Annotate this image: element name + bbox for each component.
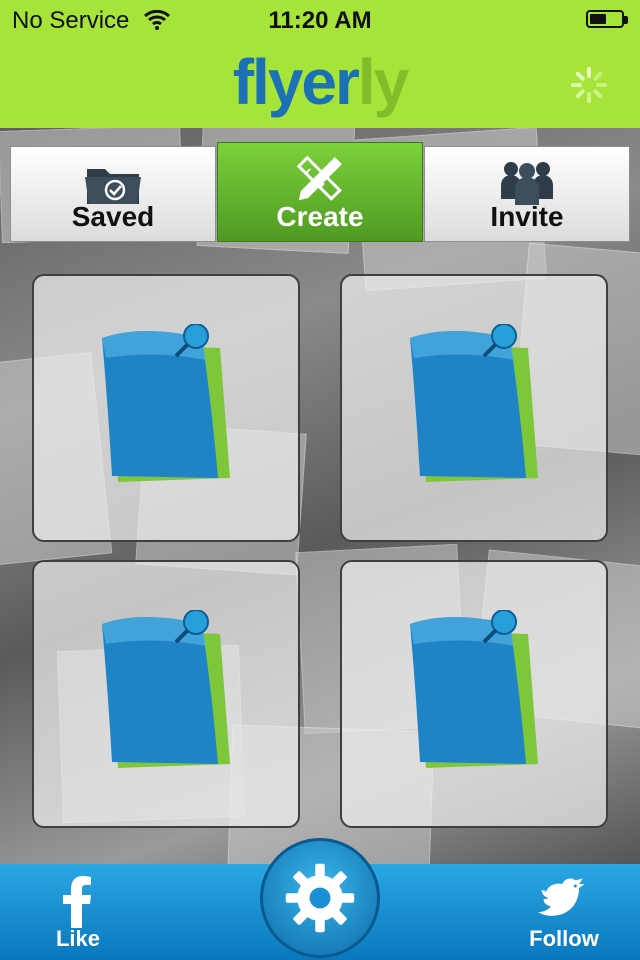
twitter-bird-icon xyxy=(538,878,585,916)
app-logo: flyerly xyxy=(0,42,640,122)
like-label: Like xyxy=(55,926,101,951)
clock: 11:20 AM xyxy=(268,7,372,34)
flyer-slot[interactable] xyxy=(340,274,608,542)
gear-icon xyxy=(285,863,355,933)
top-header: No Service 11:20 AM flyerly xyxy=(0,0,640,128)
tab-saved-label: Saved xyxy=(71,201,155,232)
flyer-slot[interactable] xyxy=(340,560,608,828)
pinned-note-icon xyxy=(102,610,230,768)
activity-spinner-icon xyxy=(571,67,607,103)
follow-button[interactable]: Follow xyxy=(504,872,624,956)
like-button[interactable]: Like xyxy=(18,872,138,956)
tab-saved[interactable]: Saved xyxy=(10,146,216,242)
people-group-icon xyxy=(501,162,553,205)
tab-invite-label: Invite xyxy=(490,201,564,232)
battery-fill xyxy=(590,14,606,24)
folder-check-icon xyxy=(85,169,141,204)
pinned-note-icon xyxy=(410,610,538,768)
battery-icon xyxy=(586,10,628,28)
follow-label: Follow xyxy=(529,926,599,951)
tab-invite[interactable]: Invite xyxy=(424,146,630,242)
flyer-slot[interactable] xyxy=(32,274,300,542)
logo-part-ly: ly xyxy=(357,46,409,118)
main-tab-bar: Saved Create Invite xyxy=(10,142,630,244)
tab-create[interactable]: Create xyxy=(217,142,423,242)
flyer-slot[interactable] xyxy=(32,560,300,828)
logo-part-flyer: flyer xyxy=(232,46,360,118)
pinned-note-icon xyxy=(410,324,538,482)
status-bar: No Service 11:20 AM xyxy=(0,0,640,40)
pencil-ruler-icon xyxy=(296,155,342,201)
pinned-note-icon xyxy=(102,324,230,482)
tab-create-label: Create xyxy=(276,201,364,232)
facebook-icon xyxy=(63,876,91,928)
settings-button[interactable] xyxy=(260,838,380,958)
